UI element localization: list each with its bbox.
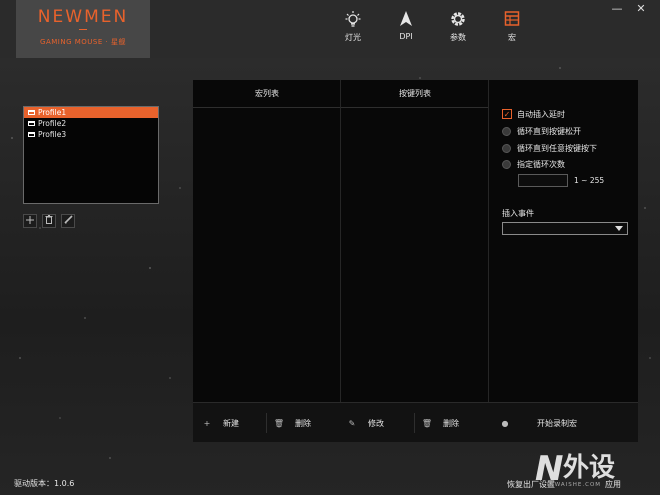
watermark-text: INWAISHE.COM [547, 482, 602, 488]
nav-dpi[interactable]: DPI [386, 10, 426, 44]
grid-table-icon [492, 10, 532, 30]
add-profile-button[interactable] [23, 214, 37, 228]
delete-key-button[interactable]: 🗑 删除 [421, 416, 459, 430]
loop-count-label: 指定循环次数 [517, 159, 565, 169]
nav-lighting[interactable]: 灯光 [333, 10, 373, 44]
loop-until-release-radio[interactable] [502, 126, 511, 136]
separator [414, 413, 415, 433]
nav-parameters[interactable]: 参数 [438, 10, 478, 44]
record-macro-button[interactable]: ● 开始录制宏 [499, 416, 578, 430]
loop-until-release-label: 循环直到按键松开 [517, 126, 581, 136]
profile-label: Profile3 [38, 130, 67, 139]
auto-delay-label: 自动插入延时 [517, 109, 565, 119]
key-list-header: 按键列表 [341, 80, 489, 108]
arrow-cursor-icon [386, 10, 426, 30]
chevron-down-icon [615, 226, 623, 231]
macro-panel: 宏列表 按键列表 ✓ 自动插入延时 循环直到按键松开 循环直到任意按键按下 指定… [193, 80, 638, 442]
trash-icon: 🗑 [421, 418, 433, 428]
eraser-icon: ✎ [348, 418, 356, 428]
profile-label: Profile1 [38, 108, 67, 117]
logo-subtitle: GAMING MOUSE · 星舰 [40, 38, 126, 46]
modify-key-label: 修改 [368, 418, 384, 428]
bulb-icon [333, 10, 373, 30]
delete-macro-label: 删除 [295, 418, 311, 428]
minimize-button[interactable]: — [610, 2, 624, 16]
delete-key-label: 删除 [443, 418, 459, 428]
macro-list[interactable] [193, 109, 340, 402]
loop-count-range: 1 ~ 255 [574, 176, 605, 185]
insert-event-label: 插入事件 [502, 209, 534, 218]
driver-version: 驱动版本：1.0.6 [14, 479, 75, 488]
loop-until-any-label: 循环直到任意按键按下 [517, 143, 597, 153]
nav-lighting-label: 灯光 [345, 33, 361, 42]
modify-key-button[interactable]: ✎ 修改 [346, 416, 384, 430]
trash-icon: 🗑 [273, 418, 285, 428]
new-macro-label: 新建 [223, 418, 239, 428]
loop-until-any-radio[interactable] [502, 143, 511, 153]
logo-text: NEWMEN [37, 7, 129, 27]
macro-list-header: 宏列表 [193, 80, 341, 108]
record-dot-icon: ● [501, 418, 509, 428]
auto-delay-option[interactable]: ✓ 自动插入延时 [502, 108, 565, 120]
folder-icon [28, 110, 35, 115]
svg-text:外设: 外设 [563, 453, 615, 483]
logo: NEWMEN GAMING MOUSE · 星舰 [16, 0, 150, 58]
close-button[interactable]: ✕ [634, 2, 648, 16]
folder-icon [28, 132, 35, 137]
nav-dpi-label: DPI [399, 32, 413, 41]
key-list[interactable] [341, 109, 488, 402]
profile-toolbar [23, 214, 75, 228]
profile-list: Profile1 Profile2 Profile3 [23, 106, 159, 204]
logo-divider [79, 29, 87, 32]
pencil-icon [63, 215, 73, 227]
folder-icon [28, 121, 35, 126]
loop-count-option[interactable]: 指定循环次数 [502, 158, 565, 170]
insert-event-select[interactable] [502, 222, 628, 235]
plus-icon: + [203, 418, 211, 428]
loop-until-release-option[interactable]: 循环直到按键松开 [502, 125, 581, 137]
auto-delay-checkbox[interactable]: ✓ [502, 109, 512, 119]
nav-parameters-label: 参数 [450, 33, 466, 42]
profile-item[interactable]: Profile3 [24, 129, 158, 140]
rename-profile-button[interactable] [61, 214, 75, 228]
loop-count-input[interactable] [518, 174, 568, 187]
column-divider [488, 80, 489, 402]
nav-macro[interactable]: 宏 [492, 10, 532, 44]
delete-profile-button[interactable] [42, 214, 56, 228]
new-macro-button[interactable]: + 新建 [201, 416, 239, 430]
profile-item[interactable]: Profile1 [24, 107, 158, 118]
trash-icon [45, 215, 53, 227]
record-macro-label: 开始录制宏 [537, 418, 577, 428]
loop-count-radio[interactable] [502, 159, 511, 169]
separator [266, 413, 267, 433]
svg-text:N: N [535, 449, 563, 486]
profile-label: Profile2 [38, 119, 67, 128]
header: NEWMEN GAMING MOUSE · 星舰 灯光 DPI 参数 宏 — ✕ [0, 0, 660, 58]
plus-icon [26, 215, 34, 227]
gear-icon [438, 10, 478, 30]
macro-action-bar: + 新建 🗑 删除 ✎ 修改 🗑 删除 ● 开始录制宏 [193, 402, 638, 442]
profile-item[interactable]: Profile2 [24, 118, 158, 129]
loop-until-any-option[interactable]: 循环直到任意按键按下 [502, 142, 597, 154]
nav-macro-label: 宏 [508, 33, 516, 42]
delete-macro-button[interactable]: 🗑 删除 [273, 416, 311, 430]
